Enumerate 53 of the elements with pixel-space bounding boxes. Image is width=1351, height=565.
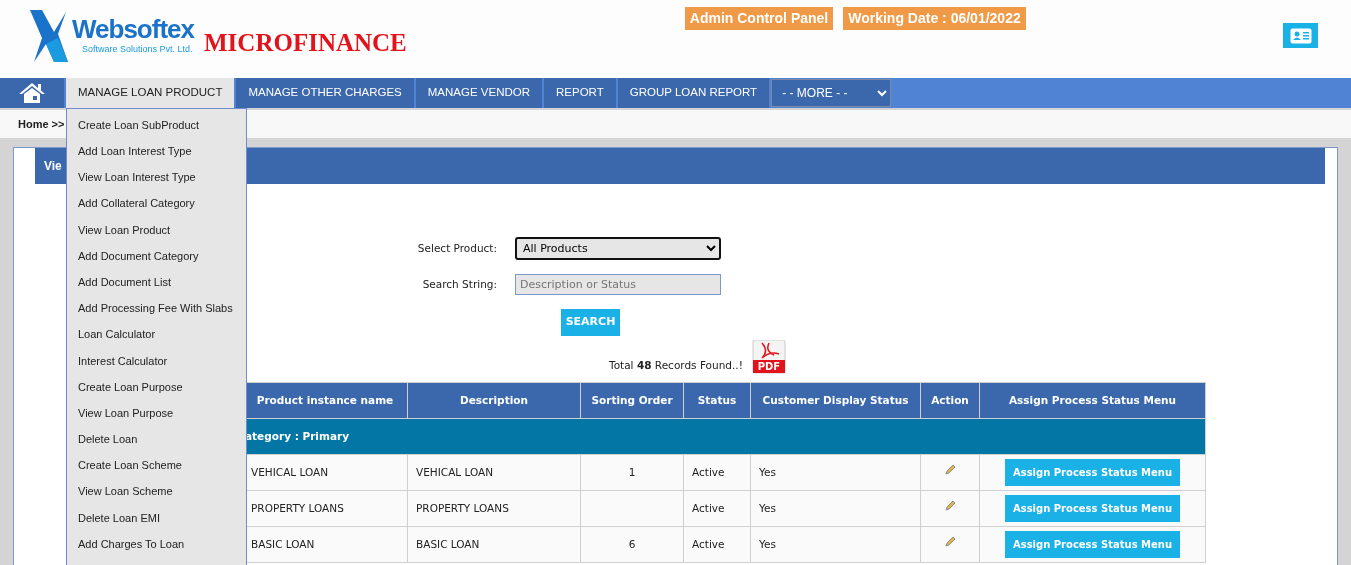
menu-item[interactable]: Add Loan Interest Type [67,138,246,165]
field-label: Select Product: [416,240,497,256]
home-icon [18,82,46,104]
menu-item[interactable]: Loan Calculator [67,321,246,348]
column-header: Description [407,382,581,419]
breadcrumb-link[interactable]: Home >> [18,115,65,133]
menu-item[interactable]: Interest Calculator [67,347,246,374]
table-cell: Yes [750,454,921,491]
pencil-icon[interactable] [944,536,956,549]
profile-button[interactable] [1283,23,1318,48]
nav-tab[interactable]: MANAGE LOAN PRODUCT [66,78,235,108]
nav-tab[interactable]: REPORT [544,78,616,108]
menu-item[interactable]: View Loan Interest Type [67,164,246,191]
pdf-label: PDF [752,360,785,373]
product-select[interactable]: All Products [515,237,721,260]
brand-name: Websoftex [72,13,194,44]
table-cell: VEHICAL LOAN [407,454,581,491]
records-count-text: Total 48 Records Found..! [609,358,743,374]
table-cell: Active [683,490,751,527]
table-cell: BASIC LOAN [407,526,581,563]
table-cell: PROPERTY LOANS [407,490,581,527]
menu-item[interactable]: Add Processing Fee With Slabs [67,295,246,322]
nav-tab[interactable]: GROUP LOAN REPORT [617,78,770,108]
column-header: Action [920,382,980,419]
header-badge: Admin Control Panel [684,7,834,30]
table-cell: 1 [580,454,684,491]
nav-tab[interactable]: MANAGE OTHER CHARGES [236,78,414,108]
table-cell: Active [683,526,751,563]
brand-tagline: Software Solutions Pvt. Ltd. [82,42,194,56]
nav-tab[interactable]: MANAGE VENDOR [415,78,543,108]
field-label: Search String: [421,276,497,292]
menu-item[interactable]: Add Document Category [67,242,246,270]
search-field[interactable]: Description or Status [515,274,721,295]
menu-item[interactable]: Create Loan SubProduct [67,112,246,139]
header-badge: Working Date : 06/01/2022 [843,7,1026,30]
table-cell: Active [683,454,751,491]
pdf-icon[interactable]: PDF [751,340,786,374]
menu-item[interactable]: View Loan Product [67,216,246,243]
pencil-icon[interactable] [944,464,956,477]
menu-item[interactable]: Add Document List [67,269,246,296]
product-name: MICROFINANCE [204,28,407,59]
column-header: Status [683,382,751,419]
home-button[interactable] [0,78,64,108]
logo-mark-icon [28,8,68,64]
menu-item[interactable]: Add Collateral Category [67,190,246,217]
column-header: Assign Process Status Menu [979,382,1206,419]
pencil-icon[interactable] [944,500,956,513]
more-dropdown[interactable]: - - MORE - - [771,79,892,107]
table-cell: Yes [750,490,921,527]
column-header: Customer Display Status [750,382,921,419]
table-cell: 6 [580,526,684,563]
table-cell: Yes [750,526,921,563]
column-header: Sorting Order [580,382,684,419]
